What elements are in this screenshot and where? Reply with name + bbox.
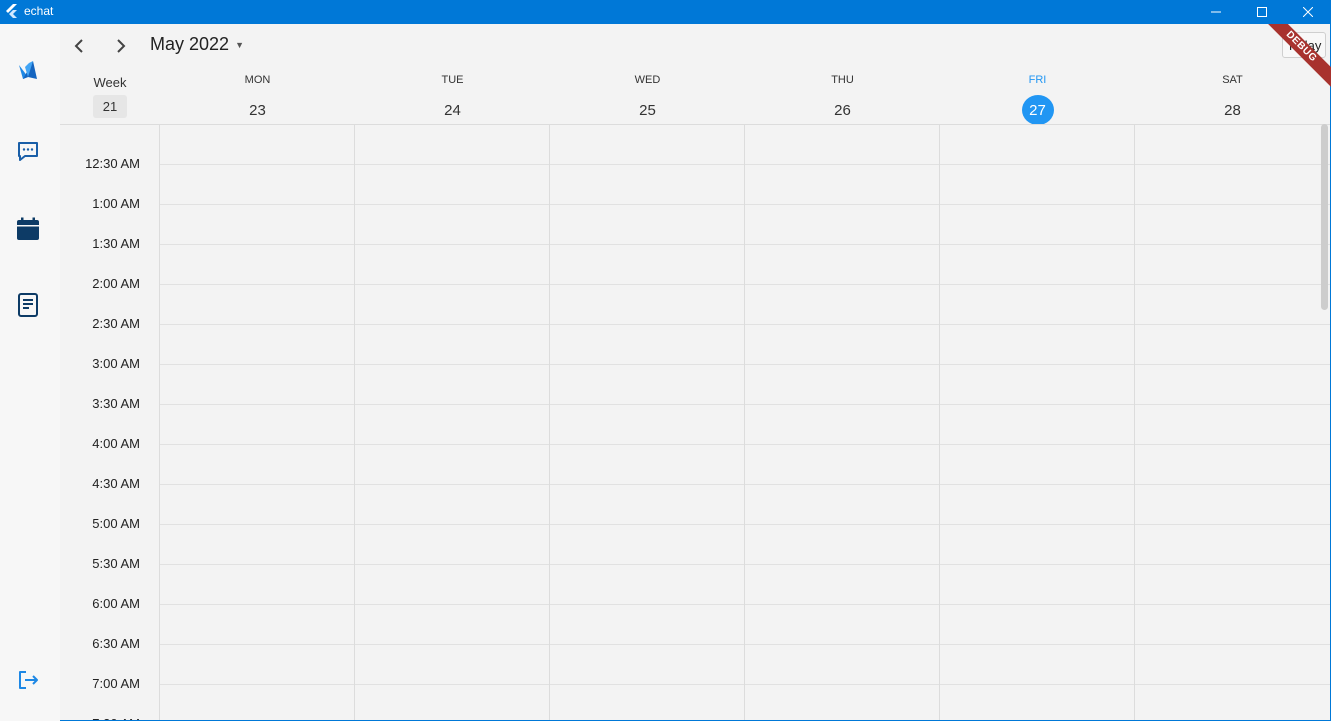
calendar-nav-button[interactable] (12, 213, 44, 245)
time-slot-line (160, 604, 1330, 605)
time-slot-line (160, 404, 1330, 405)
day-header-wed[interactable]: WED 25 (550, 74, 745, 125)
day-name: FRI (1028, 74, 1047, 86)
day-column-divider (354, 125, 355, 720)
day-name: MON (244, 74, 271, 86)
calendar-view: May 2022 ▼ Today Week 21 MON 23 TUE 24 WED 25… (60, 24, 1330, 720)
time-slot-line (160, 644, 1330, 645)
week-number: 21 (93, 95, 127, 118)
time-slot-line (160, 444, 1330, 445)
time-grid[interactable]: 12:30 AM 1:00 AM 1:30 AM 2:00 AM 2:30 AM 3:00… (60, 125, 1330, 720)
notes-icon (18, 293, 38, 317)
time-slot-line (160, 364, 1330, 365)
day-name: THU (831, 74, 854, 86)
logout-icon (19, 671, 38, 689)
day-name: TUE (441, 74, 464, 86)
time-slot-line (160, 564, 1330, 565)
navigation-rail (0, 24, 60, 721)
time-label: 3:00 AM (92, 356, 140, 371)
time-slot-line (160, 524, 1330, 525)
time-label: 7:30 AM (70, 716, 140, 720)
day-date: 26 (834, 101, 851, 119)
time-slot-line (160, 284, 1330, 285)
previous-week-button[interactable] (68, 34, 92, 58)
day-column-divider (1134, 125, 1135, 720)
notes-nav-button[interactable] (12, 289, 44, 321)
window-title: echat (24, 4, 54, 18)
day-column-divider (939, 125, 940, 720)
time-label: 6:30 AM (92, 636, 140, 651)
time-slot-line (160, 684, 1330, 685)
chevron-left-icon (74, 39, 83, 53)
time-label: 1:30 AM (92, 236, 140, 251)
time-label: 2:00 AM (92, 276, 140, 291)
time-slot-line (160, 484, 1330, 485)
time-slot-line (160, 244, 1330, 245)
time-label: 2:30 AM (92, 316, 140, 331)
flutter-icon (6, 4, 17, 18)
close-button[interactable] (1285, 0, 1331, 24)
day-name: SAT (1222, 74, 1243, 86)
today-button[interactable]: Today (1282, 32, 1326, 58)
day-date: 28 (1224, 101, 1241, 119)
time-label: 5:00 AM (92, 516, 140, 531)
close-icon (1303, 7, 1313, 17)
day-date: 24 (444, 101, 461, 119)
chevron-right-icon (117, 39, 126, 53)
caret-down-icon: ▼ (235, 39, 244, 50)
month-picker[interactable]: May 2022 ▼ (150, 34, 244, 55)
day-date: 23 (249, 101, 266, 119)
minimize-icon (1211, 11, 1221, 13)
day-date: 27 (1021, 95, 1054, 125)
day-column-divider (549, 125, 550, 720)
chat-nav-button[interactable] (12, 135, 44, 167)
time-slot-line (160, 204, 1330, 205)
month-label: May 2022 (150, 34, 230, 54)
time-label: 4:30 AM (92, 476, 140, 491)
vertical-scrollbar[interactable] (1321, 124, 1328, 310)
time-label: 12:30 AM (85, 156, 140, 171)
minimize-button[interactable] (1193, 0, 1239, 24)
time-label: 7:00 AM (92, 676, 140, 691)
time-slot-line (160, 324, 1330, 325)
maximize-button[interactable] (1239, 0, 1285, 24)
day-name: WED (634, 74, 661, 86)
title-bar: echat (0, 0, 1331, 24)
day-column-divider (159, 125, 160, 720)
day-column-divider (744, 125, 745, 720)
day-header-sat[interactable]: SAT 28 (1135, 74, 1330, 125)
time-label: 1:00 AM (92, 196, 140, 211)
day-header-thu[interactable]: THU 26 (745, 74, 940, 125)
next-week-button[interactable] (108, 34, 132, 58)
time-label: 3:30 AM (92, 396, 140, 411)
logout-button[interactable] (12, 664, 44, 696)
chat-icon (18, 142, 38, 161)
week-label: Week (93, 75, 127, 90)
day-header-tue[interactable]: TUE 24 (355, 74, 550, 125)
app-logo[interactable] (12, 54, 44, 86)
time-label: 4:00 AM (92, 436, 140, 451)
time-slot-line (160, 164, 1330, 165)
maximize-icon (1257, 7, 1267, 17)
app-logo-icon (19, 61, 37, 79)
day-header-mon[interactable]: MON 23 (160, 74, 355, 125)
day-header-fri[interactable]: FRI 27 (940, 74, 1135, 125)
calendar-icon (17, 217, 39, 240)
day-date: 25 (639, 101, 656, 119)
time-label: 5:30 AM (92, 556, 140, 571)
time-label: 6:00 AM (92, 596, 140, 611)
